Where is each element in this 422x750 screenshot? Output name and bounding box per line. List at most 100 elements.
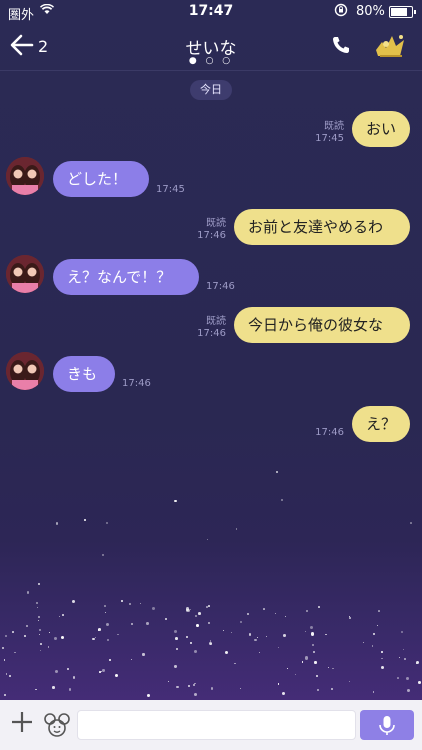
sparkle (106, 638, 109, 641)
message-bubble[interactable]: きも (53, 356, 115, 392)
sparkle (304, 656, 308, 660)
sparkle (286, 667, 288, 669)
input-bar (0, 700, 422, 750)
message-bubble[interactable]: え？なんで！？ (53, 259, 199, 295)
date-chip: 今日 (190, 80, 232, 100)
sparkle (2, 646, 5, 649)
sparkle (240, 687, 242, 689)
sparkle (194, 683, 196, 685)
sparkle (55, 522, 59, 525)
sparkle (209, 640, 211, 642)
sparkle (230, 631, 232, 633)
message-time: 17:45 (156, 184, 185, 195)
message-meta: 既読 17:46 (180, 316, 226, 340)
sparkle (349, 617, 351, 619)
sparkle (52, 686, 55, 689)
sparkle (282, 634, 286, 638)
sparkle (102, 554, 104, 556)
sparkle (103, 604, 106, 607)
sparkle (176, 685, 179, 689)
battery-fill (391, 8, 407, 16)
sparkle (317, 688, 320, 691)
sparkle (91, 637, 95, 641)
status-bar: 圏外 17:47 80% (0, 0, 422, 24)
sparkle (186, 607, 190, 611)
sparkle (83, 518, 86, 521)
message-bubble[interactable]: おい (352, 111, 410, 147)
read-receipt: 既読 (324, 121, 344, 132)
sparkle (49, 631, 51, 633)
sparkle (68, 688, 71, 691)
sparkle (312, 650, 315, 653)
sparkle (99, 671, 101, 673)
message-bubble[interactable]: え？ (352, 406, 410, 442)
sparkle (310, 632, 315, 636)
sparkle (257, 636, 259, 638)
sparkle (235, 528, 238, 530)
sparkle (304, 630, 306, 632)
sparkle (108, 659, 111, 661)
rotation-lock-icon (334, 3, 348, 20)
sparkle (167, 680, 169, 682)
battery-percent: 80% (356, 4, 385, 19)
sparkle (294, 673, 296, 675)
sparkle (254, 638, 257, 642)
avatar[interactable] (6, 255, 44, 293)
sparkle (222, 630, 224, 632)
sparkle (59, 615, 60, 617)
message-bubble[interactable]: どした！ (53, 161, 149, 197)
message-meta: 既読 17:45 (300, 121, 344, 145)
sparkle (25, 624, 28, 627)
message-bubble[interactable]: お前と友達やめるわ (234, 209, 410, 245)
message-input[interactable] (77, 710, 356, 740)
phone-icon[interactable] (331, 35, 351, 60)
message-time: 17:46 (197, 328, 226, 339)
message-bubble[interactable]: 今日から俺の彼女な (234, 307, 410, 343)
message-time: 17:45 (315, 133, 344, 144)
sparkle (175, 636, 178, 640)
read-receipt: 既読 (206, 218, 226, 229)
page-dots: ● ○ ○ (188, 56, 234, 66)
sparkle (62, 614, 64, 616)
sticker-icon[interactable] (44, 713, 70, 737)
sparkle (120, 600, 123, 602)
sparkle (403, 658, 406, 661)
read-receipt: 既読 (206, 316, 226, 327)
message-time: 17:46 (197, 230, 226, 241)
message-time: 17:46 (206, 281, 235, 292)
sparkle (224, 650, 228, 654)
sparkle (210, 687, 214, 690)
sparkle (301, 661, 304, 663)
sparkle (102, 669, 105, 672)
sparkle (373, 633, 375, 635)
chat-header: 2 せいな ● ○ ○ (0, 24, 422, 70)
profile-avatar[interactable] (372, 30, 408, 62)
sparkle (209, 642, 212, 645)
sparkle (380, 650, 383, 653)
sparkle (258, 651, 260, 653)
sparkle (198, 612, 201, 615)
message-text: お前と友達やめるわ (248, 218, 384, 236)
message-time: 17:46 (122, 378, 151, 389)
header-divider (0, 70, 422, 71)
message-text: え？なんで！？ (67, 268, 172, 286)
message-text: え？ (366, 415, 397, 433)
sparkle (192, 683, 196, 687)
sparkle (142, 653, 145, 656)
sparkle (410, 522, 412, 524)
sparkle (37, 615, 40, 618)
sparkle (36, 606, 38, 608)
sparkle (406, 688, 410, 692)
message-text: おい (366, 120, 397, 138)
sparkle (281, 499, 283, 501)
sparkle (115, 673, 119, 677)
avatar[interactable] (6, 352, 44, 390)
sparkle (314, 661, 317, 664)
message-text: 今日から俺の彼女な (248, 316, 384, 334)
avatar[interactable] (6, 157, 44, 195)
mic-icon[interactable] (360, 710, 414, 740)
sparkle (146, 622, 149, 625)
sparkle (206, 606, 208, 608)
sparkle (14, 651, 16, 654)
plus-icon[interactable] (10, 710, 34, 740)
